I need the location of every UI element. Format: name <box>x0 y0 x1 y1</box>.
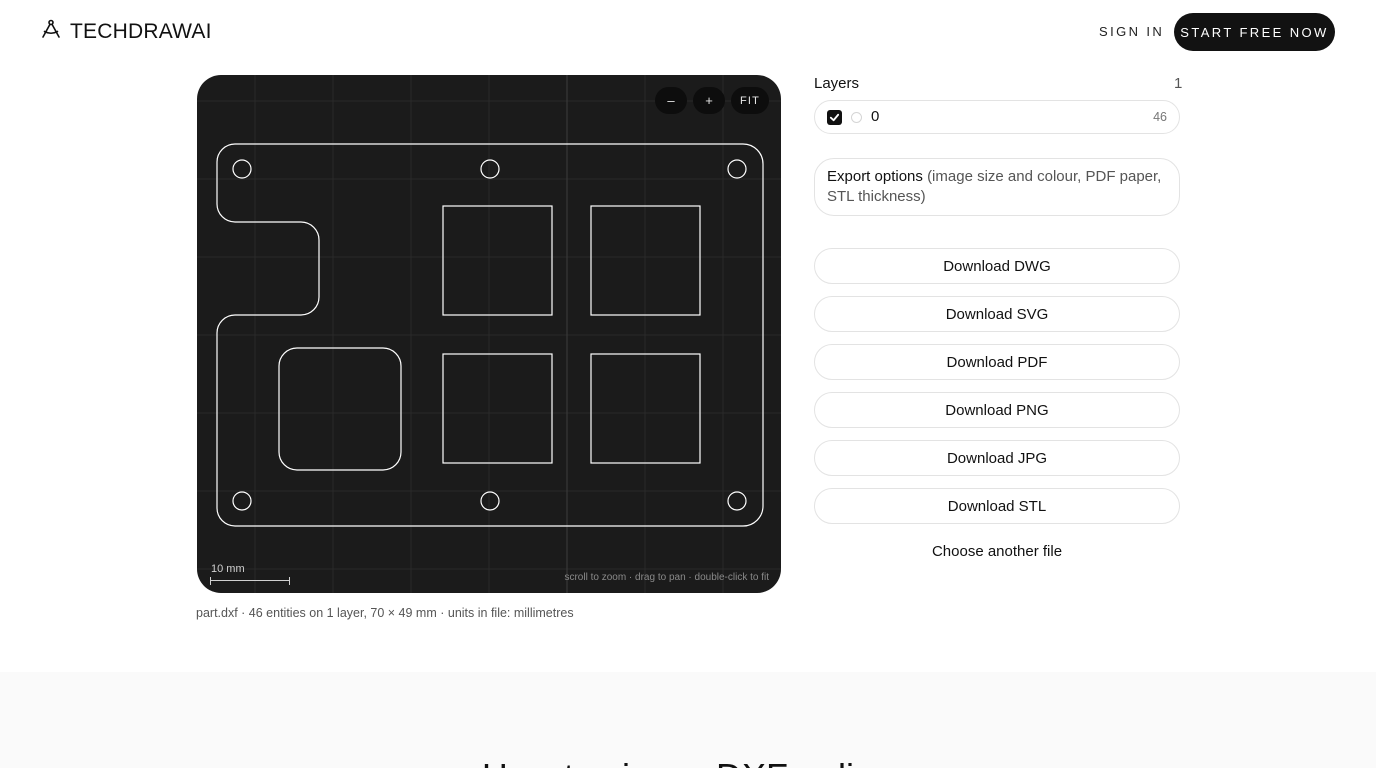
layer-row[interactable]: 0 46 <box>814 100 1180 134</box>
download-jpg-button[interactable]: Download JPG <box>814 440 1180 476</box>
layer-name: 0 <box>871 108 880 125</box>
section-title: How to view a DXF online <box>0 756 1376 768</box>
square-cutout <box>442 205 553 316</box>
layer-visibility-checkbox[interactable] <box>827 110 842 125</box>
mounting-hole <box>232 491 252 511</box>
start-free-button[interactable]: START FREE NOW <box>1174 13 1335 51</box>
mounting-hole <box>232 159 252 179</box>
viewer-hint: scroll to zoom · drag to pan · double-cl… <box>564 572 769 583</box>
rounded-cutout <box>278 347 402 471</box>
layer-entity-count: 46 <box>1153 110 1167 124</box>
export-options-toggle[interactable]: Export options (image size and colour, P… <box>814 158 1180 216</box>
download-stl-button[interactable]: Download STL <box>814 488 1180 524</box>
site-header: TECHDRAWAI SIGN IN START FREE NOW <box>0 0 1376 64</box>
how-to-section: How to view a DXF online <box>0 672 1376 768</box>
layers-count: 1 <box>1174 75 1183 92</box>
scale-bar <box>210 577 290 585</box>
mounting-hole <box>727 491 747 511</box>
logo-text: TECHDRAWAI <box>70 19 212 43</box>
download-svg-button[interactable]: Download SVG <box>814 296 1180 332</box>
dxf-viewer[interactable]: – + FIT 10 mm scroll to zoom · drag to p… <box>197 75 781 593</box>
scale-label: 10 mm <box>211 563 245 575</box>
download-dwg-button[interactable]: Download DWG <box>814 248 1180 284</box>
compass-icon <box>40 18 62 45</box>
sign-in-link[interactable]: SIGN IN <box>1099 24 1164 39</box>
drawing-canvas[interactable] <box>197 75 781 593</box>
download-png-button[interactable]: Download PNG <box>814 392 1180 428</box>
file-info: part.dxf · 46 entities on 1 layer, 70 × … <box>196 606 574 620</box>
layer-color-swatch[interactable] <box>851 112 862 123</box>
mounting-hole <box>480 159 500 179</box>
zoom-in-button[interactable]: + <box>693 87 725 114</box>
mounting-hole <box>727 159 747 179</box>
fit-button[interactable]: FIT <box>731 87 769 114</box>
download-pdf-button[interactable]: Download PDF <box>814 344 1180 380</box>
square-cutout <box>442 353 553 464</box>
mounting-hole <box>480 491 500 511</box>
zoom-out-button[interactable]: – <box>655 87 687 114</box>
grid <box>197 75 781 593</box>
check-icon <box>829 113 840 122</box>
choose-another-file-button[interactable]: Choose another file <box>814 543 1180 560</box>
export-options-label: Export options <box>827 168 923 185</box>
logo[interactable]: TECHDRAWAI <box>40 18 212 45</box>
layers-title: Layers <box>814 75 860 92</box>
